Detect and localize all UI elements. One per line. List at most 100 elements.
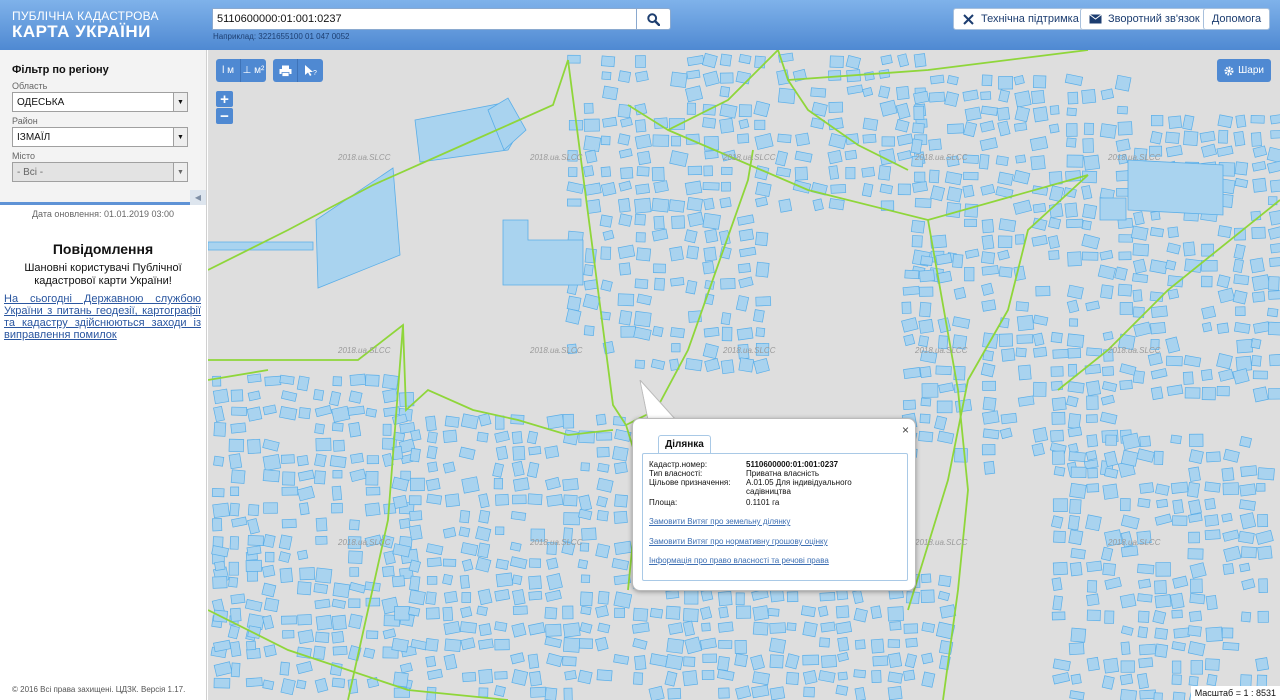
parcel[interactable]	[1190, 660, 1203, 675]
parcel[interactable]	[1086, 347, 1103, 357]
parcel[interactable]	[683, 656, 696, 667]
parcel[interactable]	[365, 597, 381, 607]
parcel[interactable]	[212, 388, 230, 405]
parcel[interactable]	[512, 445, 526, 461]
parcel[interactable]	[1200, 143, 1217, 158]
parcel[interactable]	[737, 262, 751, 274]
parcel[interactable]	[1016, 314, 1035, 332]
parcel[interactable]	[631, 622, 650, 634]
parcel[interactable]	[1048, 203, 1064, 219]
parcel[interactable]	[1069, 318, 1079, 327]
parcel[interactable]	[738, 357, 755, 373]
parcel[interactable]	[383, 406, 401, 417]
parcel[interactable]	[718, 687, 730, 699]
parcel[interactable]	[614, 494, 628, 508]
parcel[interactable]	[1222, 563, 1235, 575]
parcel[interactable]	[409, 510, 423, 521]
parcel[interactable]	[562, 637, 581, 653]
parcel[interactable]	[1013, 122, 1028, 132]
parcel[interactable]	[1102, 331, 1114, 341]
parcel[interactable]	[634, 655, 647, 671]
parcel[interactable]	[846, 84, 864, 95]
parcel[interactable]	[1269, 353, 1280, 367]
parcel[interactable]	[212, 502, 230, 519]
parcel[interactable]	[511, 574, 523, 585]
parcel[interactable]	[769, 588, 785, 603]
parcel[interactable]	[425, 607, 440, 620]
parcel[interactable]	[1031, 234, 1048, 247]
parcel[interactable]	[1222, 529, 1240, 542]
parcel[interactable]	[394, 606, 410, 621]
parcel[interactable]	[329, 455, 347, 469]
parcel[interactable]	[584, 149, 598, 164]
parcel[interactable]	[1014, 234, 1025, 245]
parcel[interactable]	[382, 388, 399, 404]
parcel[interactable]	[544, 589, 562, 602]
parcel[interactable]	[331, 614, 347, 631]
parcel[interactable]	[1066, 137, 1077, 148]
parcel[interactable]	[903, 669, 916, 682]
parcel[interactable]	[896, 85, 910, 100]
parcel[interactable]	[735, 605, 752, 619]
parcel[interactable]	[904, 653, 917, 669]
parcel[interactable]	[442, 461, 456, 474]
parcel[interactable]	[1032, 106, 1049, 123]
parcel[interactable]	[580, 574, 591, 584]
parcel[interactable]	[735, 295, 750, 312]
parcel[interactable]	[262, 404, 277, 416]
parcel[interactable]	[566, 295, 582, 312]
parcel[interactable]	[1064, 202, 1078, 218]
parcel[interactable]	[963, 171, 979, 181]
parcel[interactable]	[1137, 578, 1152, 589]
parcel[interactable]	[477, 588, 493, 606]
parcel[interactable]	[544, 687, 558, 700]
parcel[interactable]	[1234, 161, 1249, 176]
parcel[interactable]	[670, 327, 685, 339]
parcel[interactable]	[1120, 625, 1134, 636]
parcel[interactable]	[229, 641, 242, 658]
parcel[interactable]	[582, 293, 601, 311]
parcel[interactable]	[669, 150, 689, 168]
parcel[interactable]	[914, 197, 932, 209]
parcel[interactable]	[1190, 578, 1203, 594]
parcel[interactable]	[212, 518, 223, 532]
parcel[interactable]	[494, 621, 508, 632]
parcel[interactable]	[952, 253, 964, 269]
parcel[interactable]	[426, 576, 438, 585]
parcel[interactable]	[652, 134, 670, 147]
parcel[interactable]	[634, 359, 646, 369]
parcel[interactable]	[980, 183, 996, 196]
parcel[interactable]	[828, 198, 845, 211]
parcel[interactable]	[769, 686, 786, 700]
parcel[interactable]	[512, 605, 528, 615]
parcel[interactable]	[999, 427, 1013, 440]
parcel[interactable]	[262, 615, 275, 630]
parcel[interactable]	[1083, 154, 1101, 171]
parcel[interactable]	[702, 70, 720, 87]
parcel[interactable]	[1269, 113, 1280, 125]
parcel[interactable]	[512, 589, 526, 606]
parcel[interactable]	[921, 652, 934, 665]
parcel[interactable]	[1050, 331, 1063, 344]
parcel[interactable]	[1012, 199, 1033, 215]
parcel[interactable]	[1086, 580, 1098, 593]
parcel[interactable]	[1013, 169, 1031, 185]
parcel[interactable]	[1170, 434, 1182, 445]
parcel[interactable]	[921, 383, 939, 398]
parcel[interactable]	[1067, 91, 1079, 105]
parcel[interactable]	[565, 308, 582, 325]
parcel[interactable]	[1069, 498, 1082, 515]
parcel[interactable]	[1085, 300, 1100, 312]
parcel[interactable]	[795, 132, 810, 147]
parcel[interactable]	[1252, 177, 1267, 193]
parcel[interactable]	[735, 70, 751, 85]
parcel[interactable]	[460, 413, 479, 430]
parcel[interactable]	[937, 317, 952, 334]
parcel[interactable]	[577, 669, 593, 685]
parcel[interactable]	[600, 166, 612, 178]
parcel[interactable]	[828, 165, 840, 180]
parcel[interactable]	[752, 605, 770, 621]
parcel[interactable]	[617, 133, 631, 146]
parcel[interactable]	[721, 326, 733, 342]
parcel[interactable]	[1086, 593, 1100, 607]
